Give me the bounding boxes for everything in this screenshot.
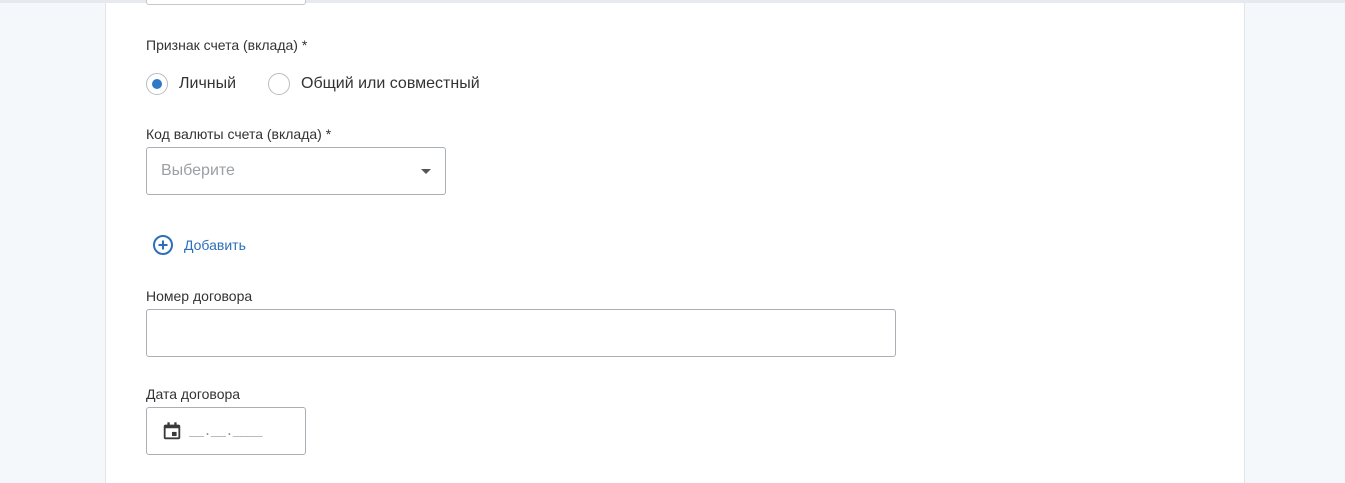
contract-date-label: Дата договора xyxy=(146,386,241,402)
chevron-down-icon xyxy=(421,169,431,174)
date-mask: __.__.____ xyxy=(189,424,263,439)
account-type-label: Признак счета (вклада) * xyxy=(146,37,308,53)
radio-joint-label: Общий или совместный xyxy=(301,75,480,92)
radio-selected-dot xyxy=(152,79,162,89)
calendar-icon[interactable] xyxy=(161,420,183,442)
currency-label: Код валюты счета (вклада) * xyxy=(146,126,332,142)
radio-joint[interactable]: Общий или совместный xyxy=(268,73,480,95)
contract-number-label: Номер договора xyxy=(146,288,253,304)
radio-joint-control[interactable] xyxy=(268,73,290,95)
radio-personal[interactable]: Личный xyxy=(146,73,236,95)
contract-number-input[interactable] xyxy=(146,309,896,357)
radio-personal-control[interactable] xyxy=(146,73,168,95)
currency-select-placeholder: Выберите xyxy=(161,162,235,179)
add-button-label: Добавить xyxy=(184,237,246,253)
currency-select[interactable]: Выберите xyxy=(146,147,446,195)
add-button[interactable]: Добавить xyxy=(152,234,246,256)
radio-personal-label: Личный xyxy=(179,75,237,92)
plus-circle-icon xyxy=(153,235,173,255)
previous-field-bottom-edge xyxy=(146,0,306,5)
contract-date-input[interactable]: __.__.____ xyxy=(146,407,306,455)
